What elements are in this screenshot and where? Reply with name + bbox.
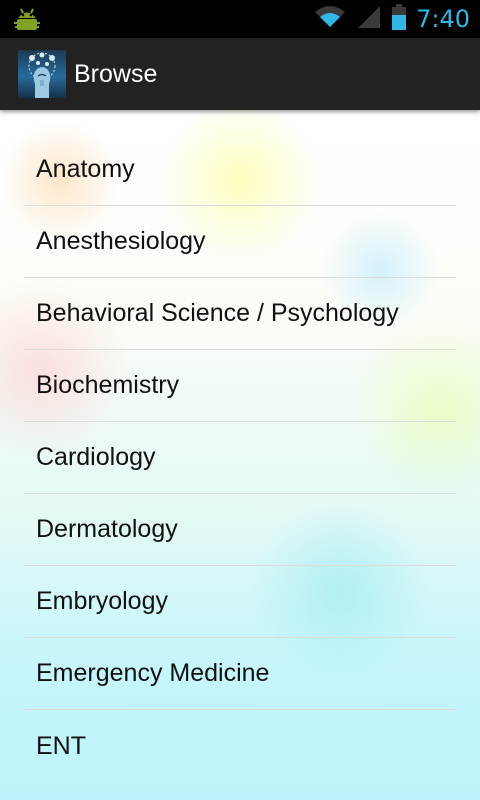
list-item-label: Behavioral Science / Psychology <box>36 299 399 327</box>
page-title: Browse <box>74 60 158 88</box>
list-item-label: Biochemistry <box>36 371 180 399</box>
list-item-label: ENT <box>36 731 86 760</box>
list-item[interactable]: Emergency Medicine <box>24 638 456 710</box>
list-item-label: Embryology <box>36 587 168 615</box>
wifi-icon <box>314 5 346 33</box>
android-debug-icon <box>12 5 42 33</box>
list-item[interactable]: Cardiology <box>24 422 456 494</box>
brain-app-icon[interactable] <box>18 50 66 98</box>
action-bar: Browse <box>0 38 480 110</box>
status-bar: 7:40 <box>0 0 480 38</box>
battery-icon <box>392 4 407 34</box>
status-icons: 7:40 <box>314 0 480 38</box>
list-item[interactable]: ENT <box>24 710 456 782</box>
list-item[interactable]: Anesthesiology <box>24 206 456 278</box>
browse-content: Anatomy Anesthesiology Behavioral Scienc… <box>0 110 480 800</box>
list-item-label: Dermatology <box>36 515 178 543</box>
list-item[interactable]: Embryology <box>24 566 456 638</box>
list-item[interactable]: Anatomy <box>24 134 456 206</box>
cell-signal-icon <box>356 4 382 34</box>
category-list: Anatomy Anesthesiology Behavioral Scienc… <box>24 134 456 782</box>
list-item-label: Anatomy <box>36 155 135 183</box>
list-item-label: Emergency Medicine <box>36 659 270 687</box>
list-item[interactable]: Dermatology <box>24 494 456 566</box>
list-item-label: Cardiology <box>36 443 156 471</box>
list-item[interactable]: Behavioral Science / Psychology <box>24 278 456 350</box>
list-item[interactable]: Biochemistry <box>24 350 456 422</box>
list-item-label: Anesthesiology <box>36 227 206 255</box>
status-time: 7:40 <box>416 5 470 33</box>
